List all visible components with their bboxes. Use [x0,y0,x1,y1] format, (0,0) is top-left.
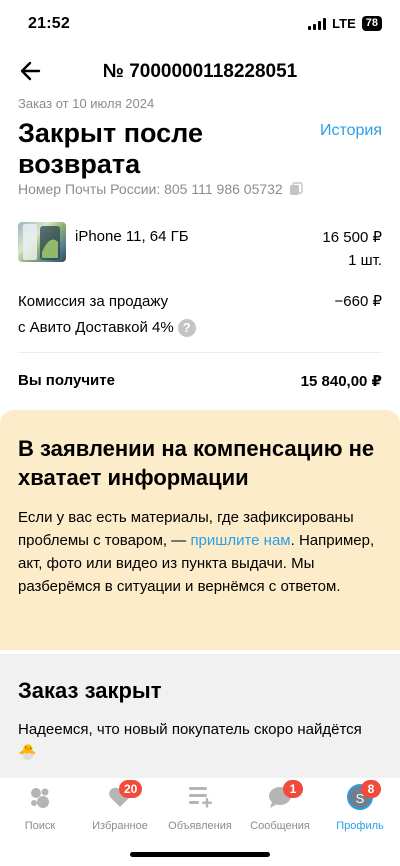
favorites-badge: 20 [119,780,143,798]
closed-text: Надеемся, что новый покупатель скоро най… [18,721,362,761]
tab-label: Объявления [168,820,232,832]
tab-messages[interactable]: 1 Сообщения [240,780,320,832]
tab-label: Поиск [24,820,56,832]
tracking-number[interactable]: Номер Почты России: 805 111 986 05732 [18,181,303,197]
total-row: Вы получите 15 840,00 ₽ [18,372,382,390]
help-icon[interactable]: ? [177,319,196,338]
notice-body: Если у вас есть материалы, где зафиксиро… [18,506,382,598]
tab-favorites[interactable]: 20 Избранное [80,780,160,832]
order-closed-card: Заказ закрыт Надеемся, что новый покупат… [0,654,400,780]
copy-icon[interactable] [289,182,303,196]
divider [18,352,382,353]
order-status: Закрыт после возврата [18,118,203,179]
network-type: LTE [332,16,356,31]
product-image [18,222,66,262]
product-name: iPhone 11, 64 ГБ [75,228,189,245]
profile-avatar: S 8 [347,780,381,810]
order-item[interactable]: iPhone 11, 64 ГБ 16 500 ₽ 1 шт. [18,222,382,274]
tab-label: Профиль [336,820,384,832]
listings-add-icon [187,784,213,810]
home-indicator [130,852,270,857]
send-us-link[interactable]: пришлите нам [190,532,290,549]
chat-icon: 1 [267,780,303,810]
status-indicators: LTE 78 [308,16,382,31]
tab-profile[interactable]: S 8 Профиль [320,780,400,832]
closed-title: Заказ закрыт [18,678,162,703]
compensation-notice: В заявлении на компенсацию не хватает ин… [0,410,400,650]
tab-label: Избранное [92,820,148,832]
tab-search[interactable]: Поиск [0,784,80,832]
tracking-text: Номер Почты России: 805 111 986 05732 [18,181,283,197]
profile-badge: 8 [361,780,381,798]
search-bubbles-icon [27,784,53,810]
signal-icon [308,17,327,30]
order-date: Заказ от 10 июля 2024 [18,96,155,111]
tab-listings[interactable]: Объявления [160,784,240,832]
fee-label-text: с Авито Доставкой 4% [18,319,174,336]
fee-label-line1: Комиссия за продажу [18,293,169,310]
notice-title: В заявлении на компенсацию не хватает ин… [18,436,375,490]
battery-icon: 78 [361,16,382,31]
fee-row: Комиссия за продажу с Авито Доставкой 4%… [18,289,382,341]
order-number-title: № 7000000118228051 [102,61,298,82]
status-time: 21:52 [28,15,70,32]
tab-label: Сообщения [250,820,310,832]
messages-badge: 1 [283,780,303,798]
total-amount: 15 840,00 ₽ [300,373,382,390]
top-nav: № 7000000118228051 [0,52,400,92]
heart-icon: 20 [107,780,143,810]
product-price: 16 500 ₽ [322,229,382,246]
status-bar: 21:52 LTE 78 [0,0,400,48]
history-link[interactable]: История [320,122,382,140]
product-quantity: 1 шт. [348,252,382,269]
fee-label-line2: с Авито Доставкой 4%? [18,315,382,341]
fee-amount: −660 ₽ [334,293,383,310]
